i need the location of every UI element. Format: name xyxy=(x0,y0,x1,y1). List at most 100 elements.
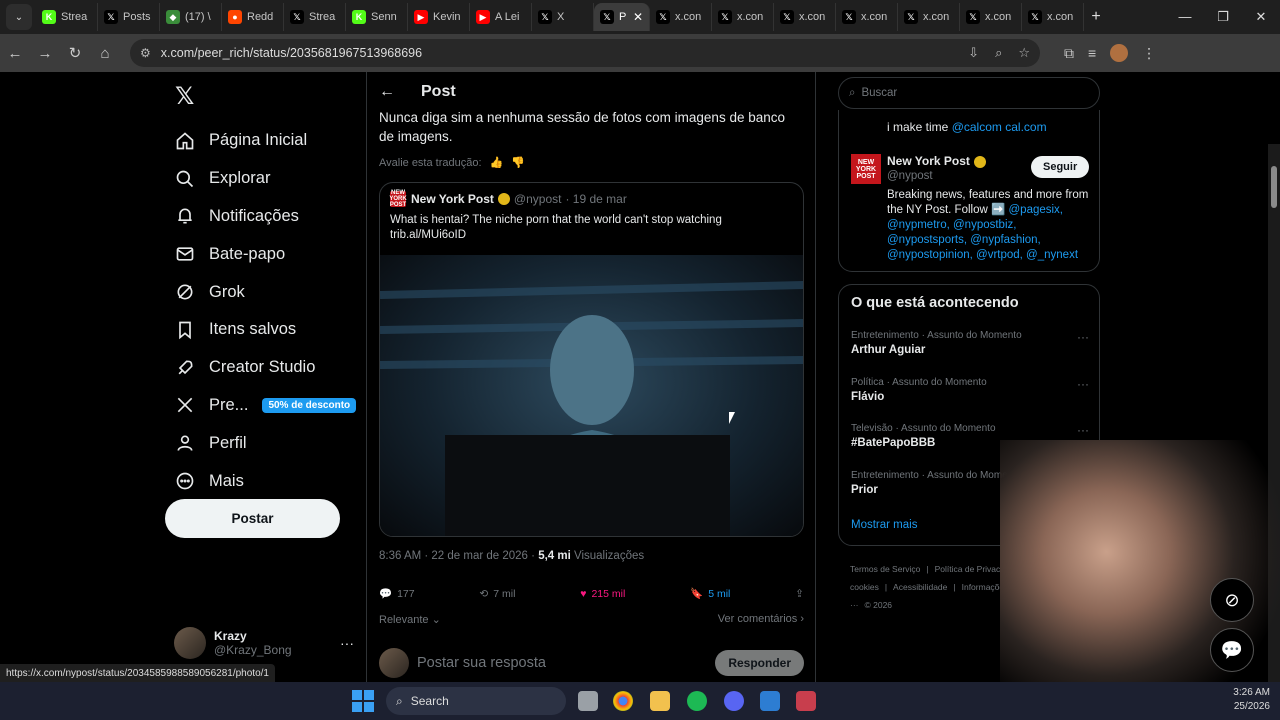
close-tab-icon[interactable]: ✕ xyxy=(633,10,643,24)
thumbs-up-icon[interactable]: 👍 xyxy=(490,156,504,169)
more-icon[interactable]: ··· xyxy=(340,635,354,651)
reply-icon: 💬 xyxy=(379,588,393,600)
browser-tab[interactable]: 𝕏x.con xyxy=(1022,3,1084,31)
spotify-icon[interactable] xyxy=(687,691,707,711)
chrome-icon[interactable] xyxy=(613,691,633,711)
media-icon[interactable]: ≡ xyxy=(1088,45,1096,61)
footer-separator: | xyxy=(884,582,888,592)
file-explorer-icon[interactable] xyxy=(650,691,670,711)
browser-tab[interactable]: ▶ Kevin xyxy=(408,3,470,31)
sidebar-item-bate-papo[interactable]: Bate-papo xyxy=(174,235,356,273)
sidebar-item-mais[interactable]: Mais xyxy=(174,462,356,500)
x-logo-icon[interactable]: 𝕏 xyxy=(175,82,194,111)
reply-input[interactable]: Postar sua resposta xyxy=(417,655,546,671)
back-arrow-icon[interactable]: ← xyxy=(379,83,395,101)
photos-icon[interactable] xyxy=(760,691,780,711)
bookmark-action[interactable]: 🔖 5 mil xyxy=(690,587,730,601)
address-bar[interactable]: ⚙ x.com/peer_rich/status/203568196751396… xyxy=(130,39,1040,67)
browser-tab[interactable]: 𝕏 Strea xyxy=(284,3,346,31)
browser-tab[interactable]: ▶ A Lei xyxy=(470,3,532,31)
forward-button[interactable]: → xyxy=(30,45,60,62)
browser-tab[interactable]: 𝕏x.con xyxy=(898,3,960,31)
restore-button[interactable]: ❐ xyxy=(1204,9,1242,25)
view-quotes-link[interactable]: Ver comentários › xyxy=(718,613,804,626)
grok-icon[interactable]: ⊘ xyxy=(1210,578,1254,622)
taskbar-search[interactable]: ⌕ Search xyxy=(386,687,566,715)
follow-button[interactable]: Seguir xyxy=(1031,156,1090,178)
sidebar-item-pre[interactable]: Pre... 50% de desconto xyxy=(174,387,357,425)
reload-button[interactable]: ↻ xyxy=(60,44,90,62)
menu-icon[interactable]: ⋮ xyxy=(1142,45,1156,62)
windows-start-icon[interactable] xyxy=(352,690,374,712)
browser-tab[interactable]: ◆ (17) \ xyxy=(160,3,222,31)
sidebar-item-notifica-es[interactable]: Notificações xyxy=(174,198,356,236)
browser-tab[interactable]: 𝕏X xyxy=(532,3,594,31)
messages-icon[interactable]: 💬 xyxy=(1210,628,1254,672)
extensions-icon[interactable]: ⧉ xyxy=(1064,45,1074,62)
app-icon[interactable] xyxy=(796,691,816,711)
minimize-button[interactable]: — xyxy=(1166,9,1204,25)
sidebar-item-grok[interactable]: Grok xyxy=(174,273,356,311)
sidebar-item-perfil[interactable]: Perfil xyxy=(174,424,356,462)
previous-bio-link[interactable]: @calcom cal.com xyxy=(952,120,1047,134)
task-view-icon[interactable] xyxy=(578,691,598,711)
discord-icon[interactable] xyxy=(724,691,744,711)
close-window-button[interactable]: ✕ xyxy=(1242,9,1280,25)
trend-category: Entretenimento · Assunto do Momento xyxy=(851,330,1022,341)
x-icon: 𝕏 xyxy=(104,10,118,24)
zoom-icon[interactable]: ⌕ xyxy=(995,45,1002,61)
discount-badge[interactable]: 50% de desconto xyxy=(262,397,357,413)
install-icon[interactable]: ⇩ xyxy=(968,45,979,61)
browser-toolbar: ← → ↻ ⌂ ⚙ x.com/peer_rich/status/2035681… xyxy=(0,34,1280,72)
like-action[interactable]: ♥ 215 mil xyxy=(580,587,625,600)
browser-tab[interactable]: 𝕏 P ✕ xyxy=(594,3,650,31)
account-handle: @nypost xyxy=(887,170,933,182)
browser-tab[interactable]: 𝕏x.con xyxy=(712,3,774,31)
previous-bio-text: i make time xyxy=(887,120,949,134)
tab-search-button[interactable]: ⌄ xyxy=(6,4,32,30)
browser-tab[interactable]: 𝕏x.con xyxy=(836,3,898,31)
browser-tab[interactable]: 𝕏x.con xyxy=(960,3,1022,31)
star-icon[interactable]: ☆ xyxy=(1018,45,1030,61)
chevron-right-icon: › xyxy=(800,613,804,625)
reply-button[interactable]: Responder xyxy=(715,650,804,676)
thumbs-down-icon[interactable]: 👎 xyxy=(511,156,525,169)
footer-link[interactable]: © 2026 xyxy=(865,600,893,610)
account-switcher[interactable]: Krazy @Krazy_Bong ··· xyxy=(174,627,354,659)
back-button[interactable]: ← xyxy=(0,45,30,62)
sort-dropdown[interactable]: Relevante ⌄ xyxy=(379,613,441,626)
sidebar-item-explorar[interactable]: Explorar xyxy=(174,160,356,198)
share-icon[interactable]: ⇪ xyxy=(795,587,804,600)
more-icon[interactable]: ··· xyxy=(1077,423,1089,437)
footer-link[interactable]: Termos de Serviço xyxy=(850,564,920,574)
browser-tab[interactable]: K Senn xyxy=(346,3,408,31)
sidebar-item-p-gina-inicial[interactable]: Página Inicial xyxy=(174,122,356,160)
browser-tab[interactable]: 𝕏x.con xyxy=(774,3,836,31)
tab-label: P xyxy=(619,11,627,23)
quoted-post[interactable]: NEW YORK POST New York Post @nypost · 19… xyxy=(379,182,804,537)
sidebar-item-creator-studio[interactable]: Creator Studio xyxy=(174,349,356,387)
home-button[interactable]: ⌂ xyxy=(90,45,120,62)
site-info-icon[interactable]: ⚙ xyxy=(140,46,151,60)
post-button[interactable]: Postar xyxy=(165,499,340,538)
reply-action[interactable]: 💬 177 xyxy=(379,587,415,601)
browser-tab[interactable]: 𝕏x.con xyxy=(650,3,712,31)
trend-item[interactable]: Entretenimento · Assunto do Momento Arthu… xyxy=(851,330,1089,356)
footer-link[interactable]: Acessibilidade xyxy=(893,582,947,592)
browser-tab[interactable]: K Strea xyxy=(36,3,98,31)
quote-photo[interactable] xyxy=(380,255,803,536)
repost-action[interactable]: ⟲ 7 mil xyxy=(479,587,515,600)
browser-tab[interactable]: 𝕏 Posts xyxy=(98,3,160,31)
search-input[interactable]: ⌕ Buscar xyxy=(838,77,1100,109)
profile-avatar[interactable] xyxy=(1110,44,1129,62)
show-more-link[interactable]: Mostrar mais xyxy=(851,519,917,531)
more-icon[interactable]: ··· xyxy=(1077,377,1089,391)
browser-tab[interactable]: ● Redd xyxy=(222,3,284,31)
sidebar-item-itens-salvos[interactable]: Itens salvos xyxy=(174,311,356,349)
scrollbar-thumb[interactable] xyxy=(1271,166,1277,208)
taskbar-clock[interactable]: 3:26 AM 25/2026 xyxy=(1233,686,1270,714)
new-tab-button[interactable]: + xyxy=(1084,8,1108,26)
sort-label: Relevante xyxy=(379,614,429,626)
more-icon[interactable]: ··· xyxy=(1077,330,1089,344)
trend-item[interactable]: Política · Assunto do Momento Flávio ··· xyxy=(851,377,1089,403)
